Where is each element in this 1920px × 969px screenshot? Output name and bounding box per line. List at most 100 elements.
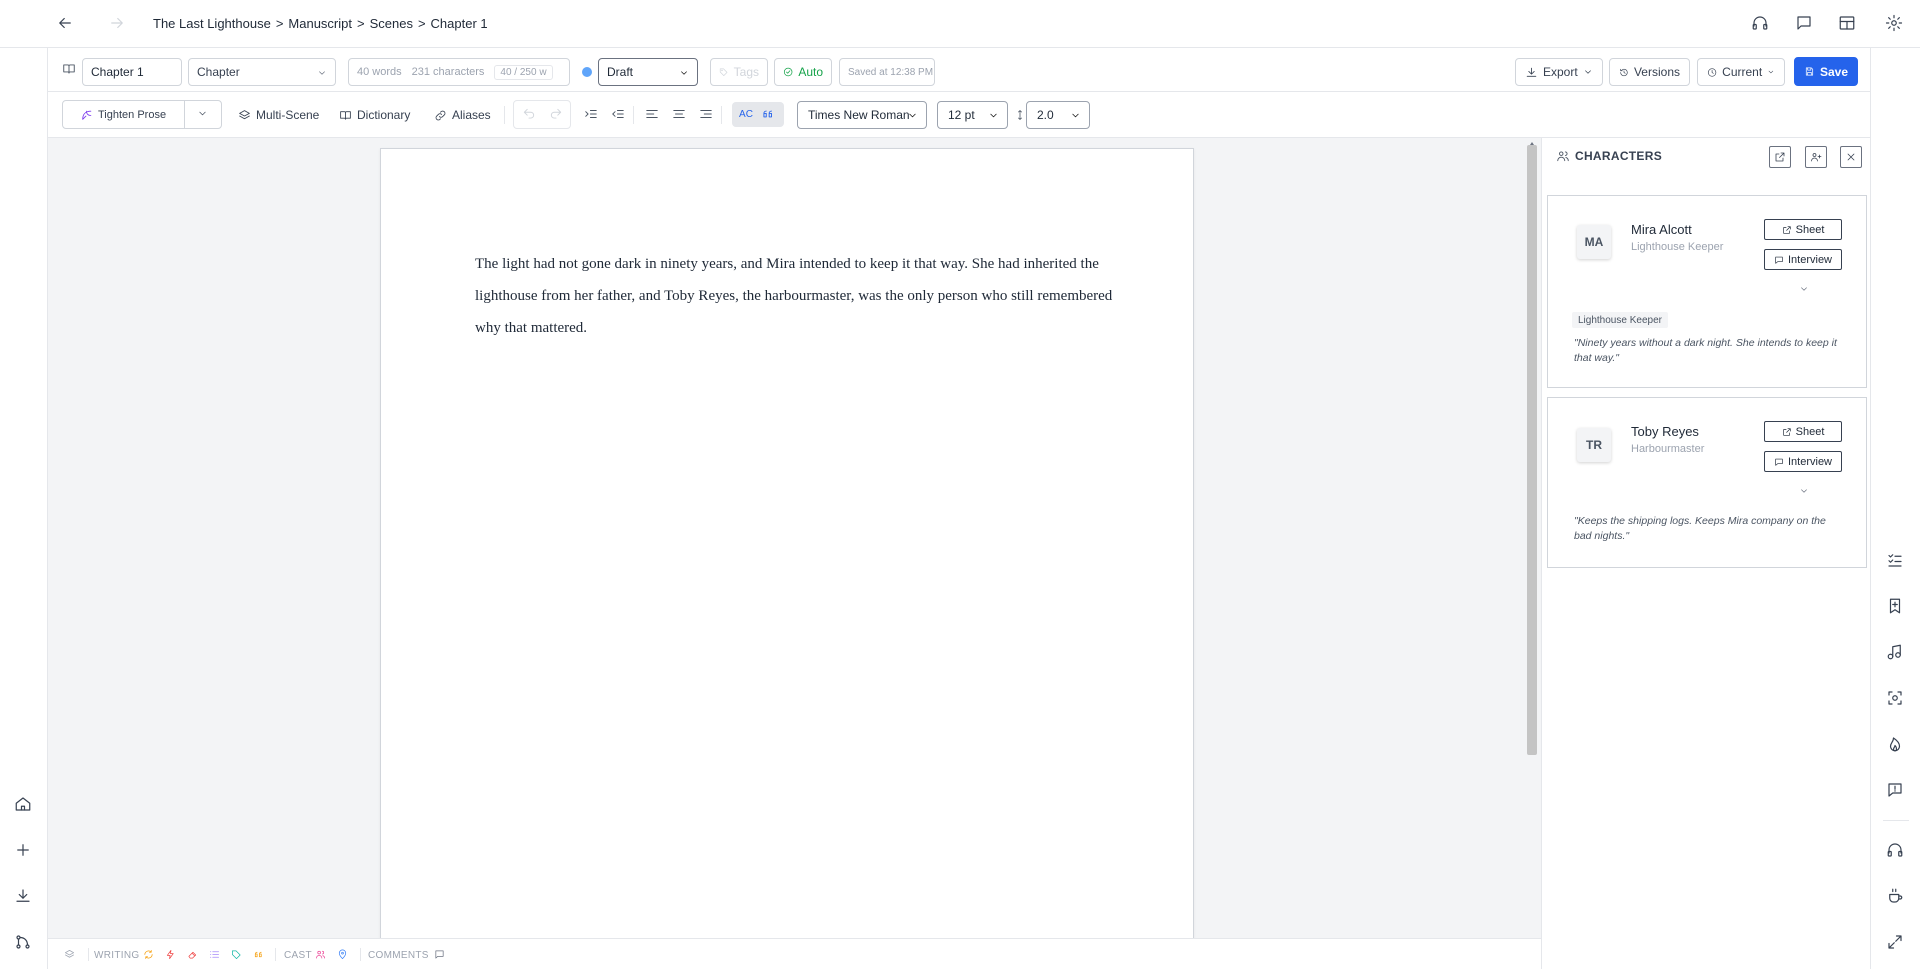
book-icon[interactable] <box>62 62 78 78</box>
quote-icon[interactable] <box>761 107 777 123</box>
checklist-icon[interactable] <box>1886 551 1906 571</box>
export-button[interactable]: Export <box>1515 58 1603 86</box>
writing-label: WRITING <box>94 950 140 961</box>
chevron-down-icon <box>990 113 997 118</box>
chapter-type-select[interactable]: Chapter <box>188 58 336 86</box>
aliases-button[interactable]: Aliases <box>434 101 491 129</box>
font-family-select[interactable]: Times New Roman <box>797 101 927 129</box>
editor-scrollbar[interactable] <box>1527 145 1537 755</box>
document-page[interactable]: The light had not gone dark in ninety ye… <box>380 148 1194 938</box>
quote-icon[interactable] <box>253 949 264 960</box>
interview-button[interactable]: Interview <box>1764 451 1842 472</box>
scan-icon[interactable] <box>1886 689 1906 709</box>
chevron-down-icon[interactable] <box>1799 284 1809 294</box>
divider <box>184 100 185 129</box>
font-size-select[interactable]: 12 pt <box>937 101 1008 129</box>
font-size-value: 12 pt <box>948 108 975 122</box>
character-card[interactable]: MA Mira Alcott Lighthouse Keeper Sheet I… <box>1547 195 1867 388</box>
status-dot <box>582 67 592 77</box>
current-version-select[interactable]: Current <box>1697 58 1785 86</box>
close-panel-button[interactable] <box>1840 146 1862 168</box>
coffee-icon[interactable] <box>1886 887 1906 907</box>
chevron-down-icon <box>1072 113 1079 118</box>
status-select[interactable]: Draft <box>598 58 698 86</box>
sheet-button[interactable]: Sheet <box>1764 421 1842 442</box>
versions-label: Versions <box>1633 65 1680 79</box>
flame-icon[interactable] <box>1886 735 1906 755</box>
sheet-button[interactable]: Sheet <box>1764 219 1842 240</box>
indent-decrease-icon[interactable] <box>611 107 627 123</box>
comment-icon[interactable] <box>1795 14 1815 34</box>
tags-input[interactable]: Tags <box>710 58 768 86</box>
headphones-icon[interactable] <box>1886 841 1906 861</box>
line-spacing-select[interactable]: 2.0 <box>1026 101 1090 129</box>
layers-icon[interactable] <box>64 949 75 960</box>
dictionary-button[interactable]: Dictionary <box>339 101 410 129</box>
versions-button[interactable]: Versions <box>1609 58 1690 86</box>
history-icon <box>1620 68 1628 76</box>
breadcrumb-scenes[interactable]: Scenes <box>370 16 413 31</box>
line-spacing-value: 2.0 <box>1037 108 1054 122</box>
settings-gear-icon[interactable] <box>1885 14 1905 34</box>
tag-icon[interactable] <box>231 949 242 960</box>
indent-increase-icon[interactable] <box>584 107 600 123</box>
redo-icon[interactable] <box>549 107 565 123</box>
align-right-icon[interactable] <box>699 107 715 123</box>
align-left-icon[interactable] <box>645 107 661 123</box>
headphones-icon[interactable] <box>1751 14 1771 34</box>
bookmark-add-icon[interactable] <box>1886 597 1906 617</box>
chapter-name-input[interactable]: Chapter 1 <box>82 58 182 86</box>
lightning-icon[interactable] <box>165 949 176 960</box>
check-circle-icon <box>783 67 793 77</box>
close-icon <box>1847 153 1855 161</box>
divider <box>88 948 89 961</box>
auto-save-toggle[interactable]: Auto <box>774 58 832 86</box>
layout-icon[interactable] <box>1838 14 1858 34</box>
save-icon <box>1805 67 1814 76</box>
breadcrumb-manuscript[interactable]: Manuscript <box>288 16 352 31</box>
save-button[interactable]: Save <box>1794 57 1858 86</box>
tighten-prose-label: Tighten Prose <box>98 109 167 121</box>
feedback-icon[interactable] <box>1886 781 1906 801</box>
add-icon[interactable] <box>14 841 34 861</box>
expand-icon[interactable] <box>1886 933 1906 953</box>
chevron-down-icon[interactable] <box>1799 486 1809 496</box>
list-icon[interactable] <box>209 949 220 960</box>
users-icon[interactable] <box>315 949 326 960</box>
character-card[interactable]: TR Toby Reyes Harbourmaster Sheet Interv… <box>1547 397 1867 568</box>
chapter-type-value: Chapter <box>197 65 240 79</box>
chapter-name-value: Chapter 1 <box>91 65 144 79</box>
multi-scene-button[interactable]: Multi-Scene <box>238 101 319 129</box>
comment-icon[interactable] <box>434 949 445 960</box>
music-note-icon[interactable] <box>1886 643 1906 663</box>
status-bar: WRITING CAST COMMENTS <box>48 938 1541 969</box>
document-text[interactable]: The light had not gone dark in ninety ye… <box>475 248 1115 344</box>
branch-icon[interactable] <box>14 933 34 953</box>
open-external-button[interactable] <box>1769 146 1791 168</box>
user-plus-icon <box>1811 153 1822 162</box>
autocorrect-toggle[interactable]: AC <box>734 103 758 126</box>
forward-button[interactable] <box>108 14 128 34</box>
home-icon[interactable] <box>14 795 34 815</box>
chevron-down-icon <box>1584 70 1591 74</box>
undo-icon[interactable] <box>522 107 538 123</box>
characters-panel-header: CHARACTERS <box>1542 138 1871 174</box>
role-tag: Lighthouse Keeper <box>1572 312 1668 328</box>
sheet-label: Sheet <box>1795 223 1825 236</box>
location-pin-icon[interactable] <box>337 949 348 960</box>
eraser-icon[interactable] <box>187 949 198 960</box>
interview-button[interactable]: Interview <box>1764 249 1842 270</box>
download-icon[interactable] <box>14 887 34 907</box>
link-icon <box>435 110 446 120</box>
add-character-button[interactable] <box>1805 146 1827 168</box>
tighten-options-chevron-icon[interactable] <box>197 108 213 124</box>
character-quote: "Keeps the shipping logs. Keeps Mira com… <box>1574 515 1826 542</box>
breadcrumb-project[interactable]: The Last Lighthouse <box>153 16 271 31</box>
character-quote: "Ninety years without a dark night. She … <box>1574 337 1837 364</box>
editor-area: The light had not gone dark in ninety ye… <box>48 138 1541 938</box>
loop-icon[interactable] <box>143 949 154 960</box>
tighten-prose-button[interactable]: Tighten Prose <box>80 101 166 129</box>
characters-panel-title: CHARACTERS <box>1575 149 1662 163</box>
back-button[interactable] <box>56 14 76 34</box>
align-center-icon[interactable] <box>672 107 688 123</box>
